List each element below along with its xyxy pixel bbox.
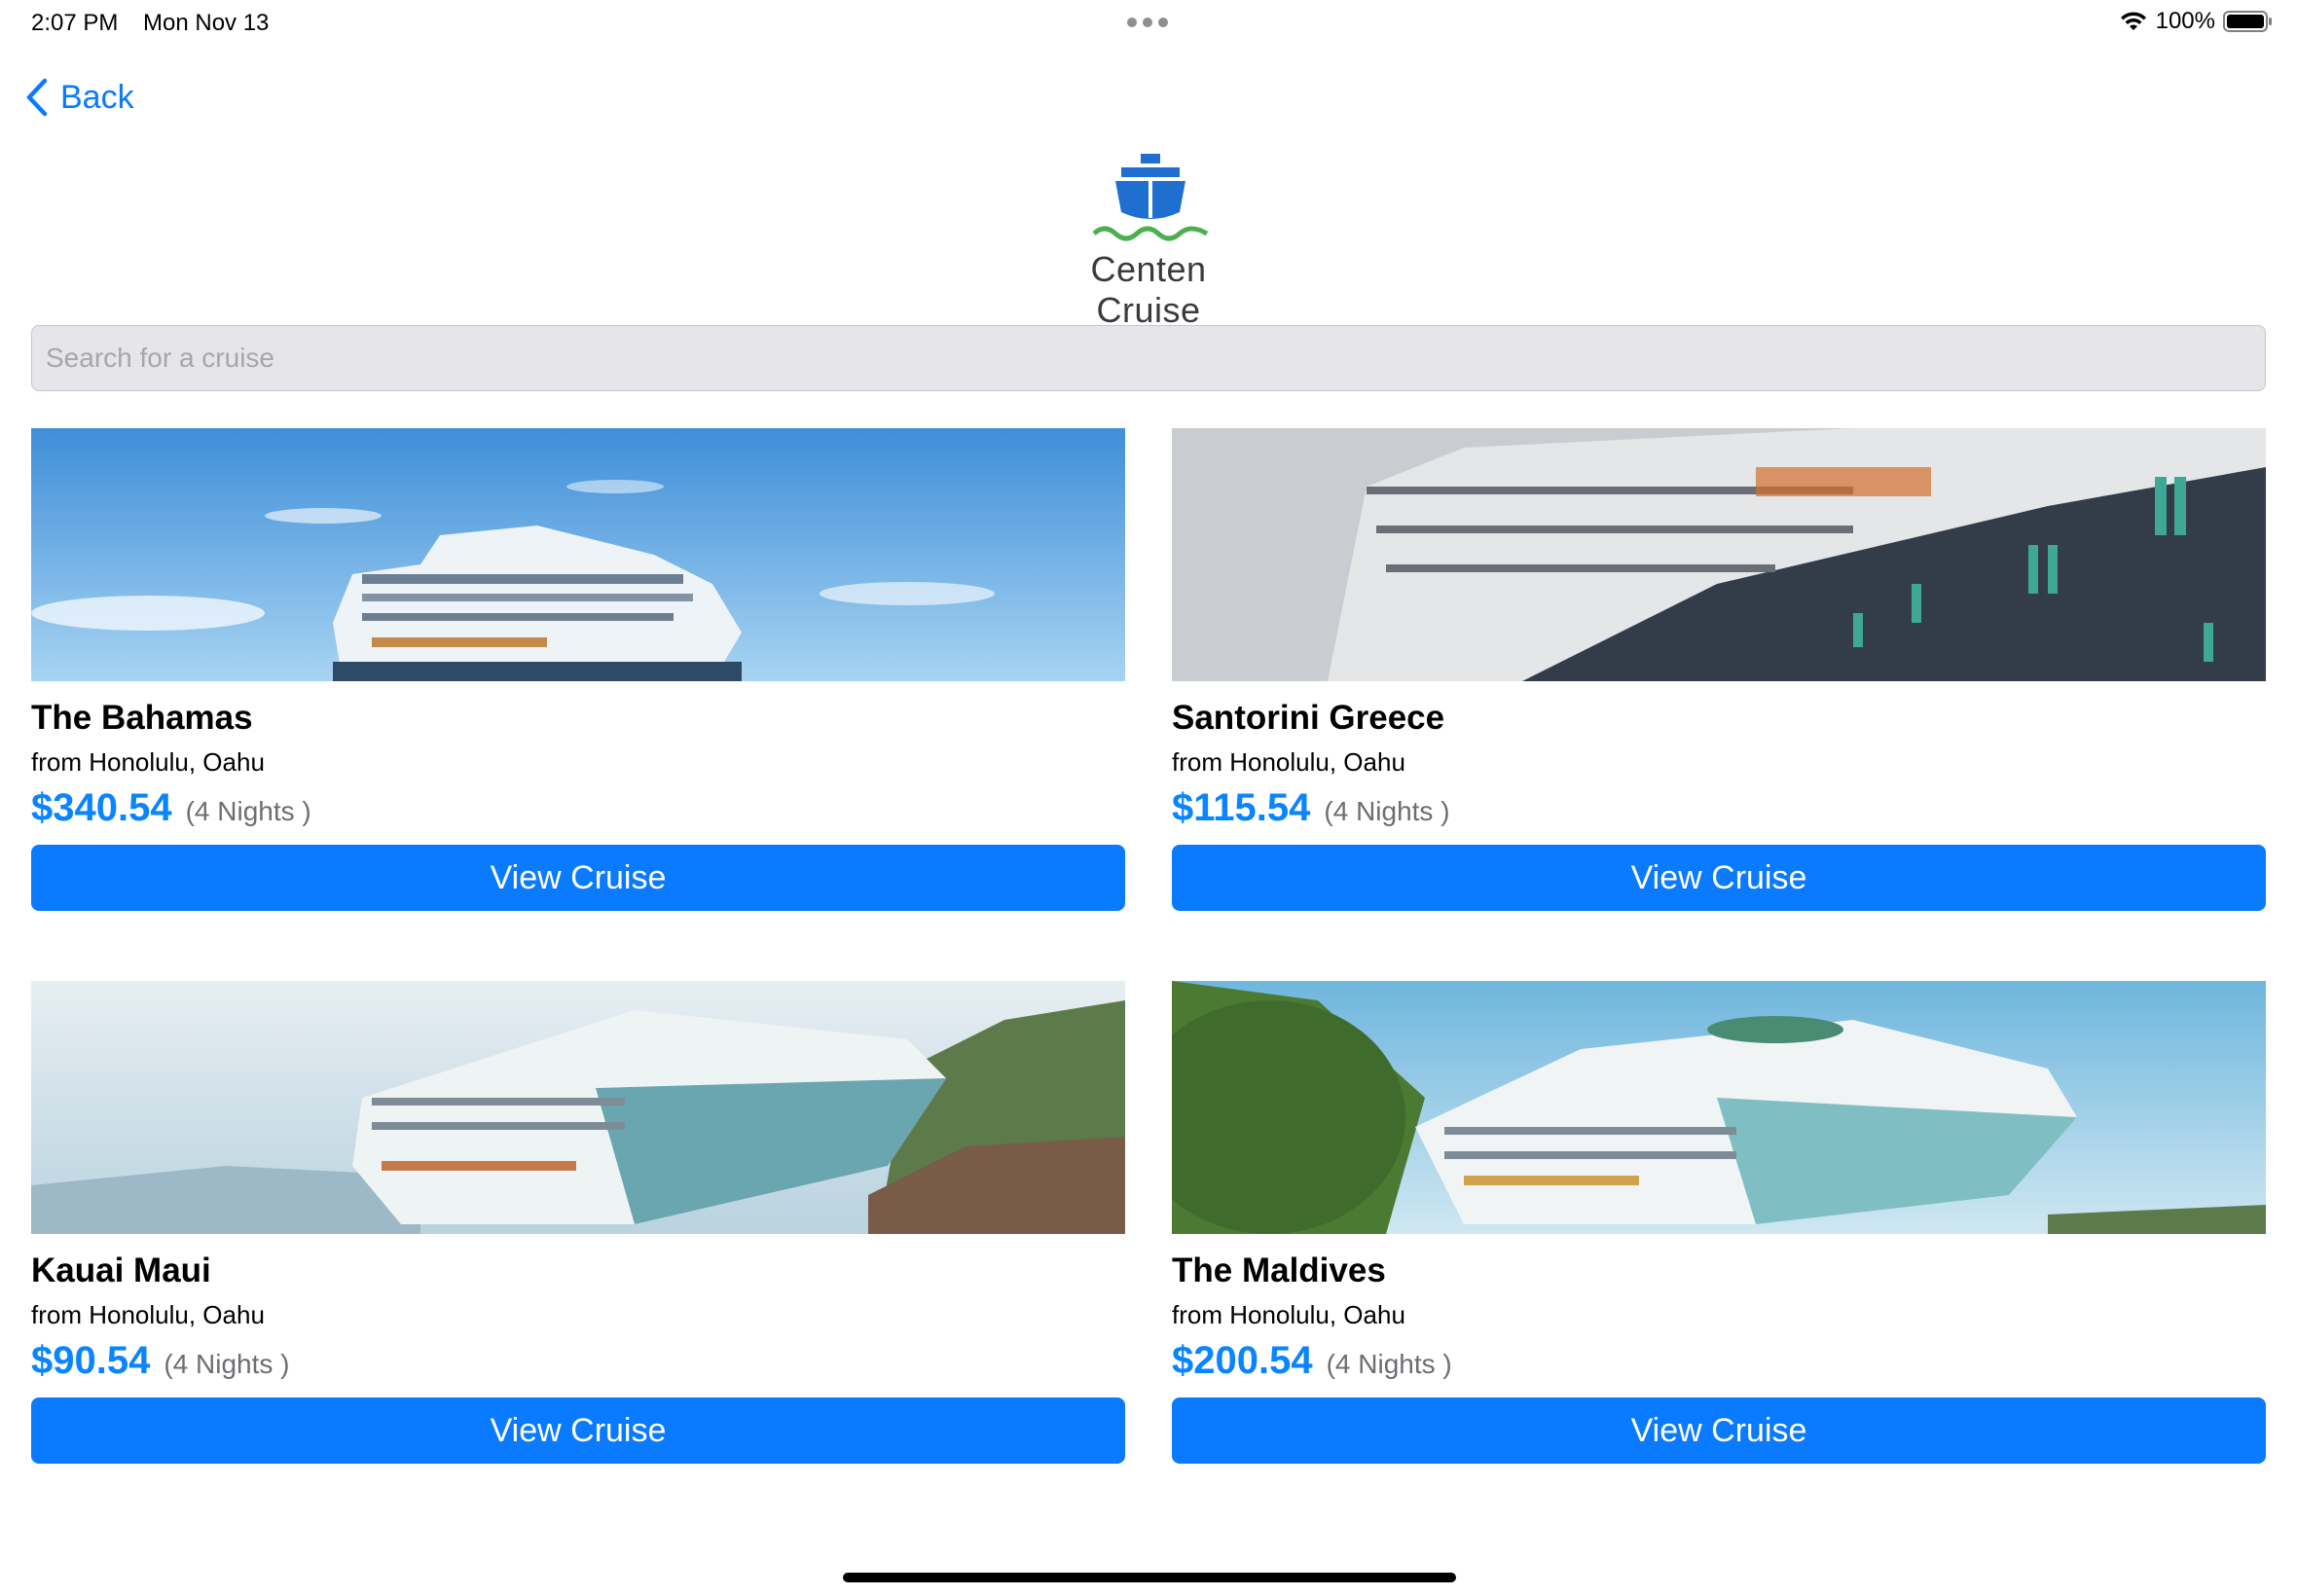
chevron-left-icon — [26, 78, 48, 117]
battery-percent: 100% — [2155, 8, 2215, 34]
price-row: $200.54 (4 Nights ) — [1172, 1339, 1452, 1383]
back-label: Back — [60, 78, 134, 116]
wifi-icon — [2120, 12, 2146, 30]
price-row: $340.54 (4 Nights ) — [31, 786, 311, 830]
back-button[interactable]: Back — [25, 74, 134, 121]
cruise-origin: from Honolulu, Oahu — [1172, 1300, 1405, 1329]
cruise-card: The Maldives from Honolulu, Oahu $200.54… — [1172, 981, 2266, 1464]
cruise-nights: (4 Nights ) — [185, 796, 311, 826]
price-row: $90.54 (4 Nights ) — [31, 1339, 290, 1383]
view-cruise-button[interactable]: View Cruise — [31, 1397, 1125, 1464]
battery-icon — [2223, 11, 2272, 32]
cruise-origin: from Honolulu, Oahu — [1172, 747, 1405, 777]
cruise-card: Kauai Maui from Honolulu, Oahu $90.54 (4… — [31, 981, 1125, 1464]
cruise-image — [31, 428, 1125, 681]
brand-logo: Centen Cruise — [1051, 148, 1246, 330]
price-row: $115.54 (4 Nights ) — [1172, 786, 1450, 830]
brand-name: Centen Cruise — [1090, 249, 1207, 330]
cruise-price: $340.54 — [31, 786, 172, 829]
cruise-title: Santorini Greece — [1172, 699, 1445, 737]
cruise-title: The Bahamas — [31, 699, 253, 737]
view-cruise-button[interactable]: View Cruise — [1172, 845, 2266, 911]
ship-icon — [1092, 154, 1209, 241]
cruise-image — [31, 981, 1125, 1234]
status-indicators: 100% — [2119, 8, 2274, 35]
search-input[interactable] — [31, 325, 2266, 391]
view-cruise-button[interactable]: View Cruise — [1172, 1397, 2266, 1464]
cruise-price: $115.54 — [1172, 786, 1311, 829]
cruise-price: $90.54 — [31, 1339, 151, 1382]
cruise-origin: from Honolulu, Oahu — [31, 747, 265, 777]
cruise-nights: (4 Nights ) — [164, 1349, 290, 1379]
cruise-nights: (4 Nights ) — [1326, 1349, 1452, 1379]
cruise-card: Santorini Greece from Honolulu, Oahu $11… — [1172, 428, 2266, 911]
cruise-card: The Bahamas from Honolulu, Oahu $340.54 … — [31, 428, 1125, 911]
status-date: Mon Nov 13 — [143, 10, 270, 36]
cruise-origin: from Honolulu, Oahu — [31, 1300, 265, 1329]
cruise-title: The Maldives — [1172, 1251, 1386, 1289]
home-indicator[interactable] — [843, 1573, 1456, 1582]
cruise-image — [1172, 981, 2266, 1234]
status-bar: 2:07 PM Mon Nov 13 100% — [0, 0, 2297, 47]
cruise-title: Kauai Maui — [31, 1251, 211, 1289]
cruise-price: $200.54 — [1172, 1339, 1313, 1382]
status-time: 2:07 PM — [31, 10, 119, 36]
cruise-image — [1172, 428, 2266, 681]
view-cruise-button[interactable]: View Cruise — [31, 845, 1125, 911]
multitasking-dots-icon[interactable] — [1127, 18, 1168, 27]
cruise-nights: (4 Nights ) — [1324, 796, 1450, 826]
